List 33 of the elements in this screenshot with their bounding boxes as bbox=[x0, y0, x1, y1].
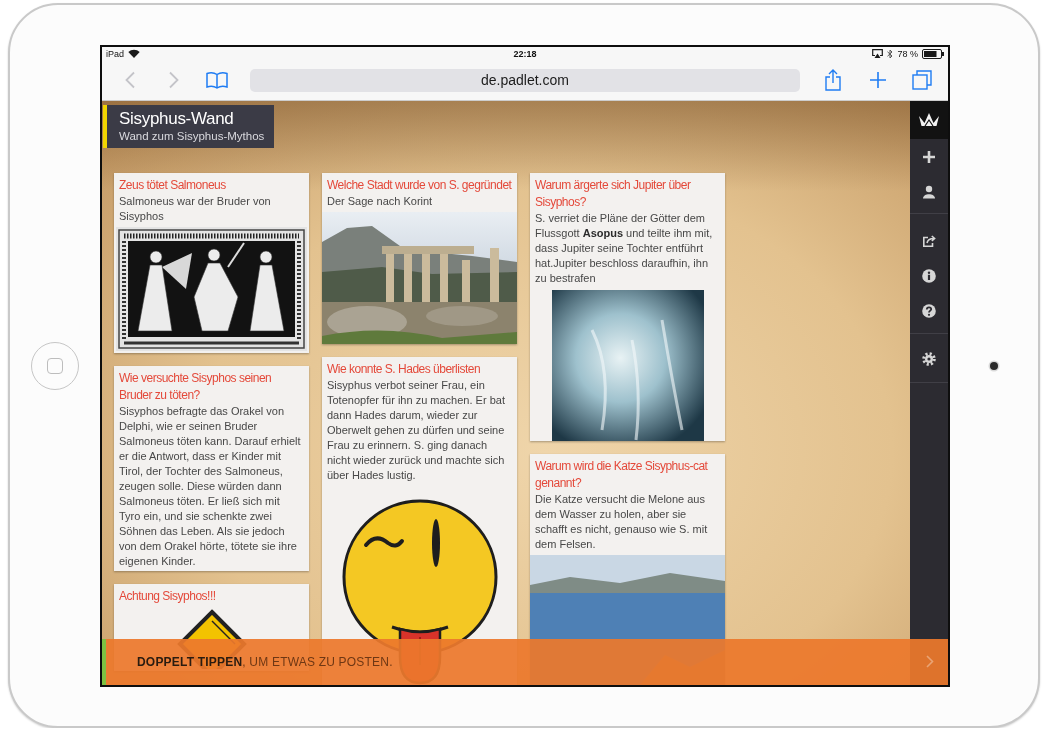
post-title: Wie versuchte Sisyphos seinen Bruder zu töten? bbox=[119, 369, 273, 404]
address-field[interactable]: de.padlet.com bbox=[250, 68, 800, 92]
airplay-icon bbox=[872, 49, 884, 58]
info-icon[interactable] bbox=[922, 268, 936, 283]
wall-subtitle: Wand zum Sisyphus-Mythos bbox=[119, 128, 265, 143]
device-name: iPad bbox=[106, 48, 124, 59]
battery-icon bbox=[922, 48, 944, 59]
post-title: Warum ärgerte sich Jupiter über Sisyphos? bbox=[535, 176, 692, 211]
camera-icon bbox=[988, 359, 1000, 372]
post-title: Welche Stadt wurde von S. gegründet bbox=[327, 176, 512, 194]
wifi-icon bbox=[128, 49, 140, 58]
settings-icon[interactable] bbox=[922, 351, 936, 366]
help-icon[interactable] bbox=[922, 303, 936, 318]
post-text: S. verriet die Pläne der Götter dem Flussgott Asopus und teilte ihm mit, dass Jupiter seine Tochter entführt hat.Jupiter beschloss daraufhin, ihn zu bestrafen bbox=[535, 210, 714, 286]
post-title: Wie konnte S. Hades überlisten bbox=[327, 360, 482, 378]
person-icon[interactable] bbox=[922, 184, 936, 199]
post-text: Salmoneus war der Bruder von Sisyphos bbox=[119, 193, 272, 224]
clock-time: 22:18 bbox=[513, 48, 537, 59]
post-title: Zeus tötet Salmoneus bbox=[119, 176, 227, 194]
bluetooth-icon bbox=[887, 48, 894, 59]
post-text: Der Sage nach Korint bbox=[327, 193, 434, 209]
wall-title: Sisyphus-Wand bbox=[119, 108, 235, 129]
stacked-squares-icon[interactable] bbox=[912, 70, 932, 90]
share-icon[interactable] bbox=[922, 233, 936, 248]
post-text: Die Katze versucht die Melone aus dem Wasser zu holen, aber sie schafft es nicht, genauso wie S. mit dem Felsen. bbox=[535, 491, 709, 552]
book-icon[interactable] bbox=[206, 71, 228, 89]
post-text: Sisyphus verbot seiner Frau, ein Totenopfer für ihn zu machen. Er bat dann Hades darum, wieder zur Oberwelt gehen zu dürfen und seine Frau zu erinnern. S. ging danach nicht wieder zurück und machte sich über Hades lustig. bbox=[327, 377, 506, 483]
post-text: Sisyphos befragte das Orakel von Delphi, wie er seinen Bruder Salmoneus töten kann. Darauf erhielt er die Antwort, dass er Kinder mit Tirol, der Tochter des Salmoneus, zeugen solle. Diese würden dann Salmoneus töten. Er ließ sich mit Tyro ein, und sie schenkte zwei Söhnen das Leben. Als sie jedoch von dem Orakel hörte, tötete sie ihre eigenen Kinder. bbox=[119, 403, 302, 569]
post-title: Warum wird die Katze Sisyphus-cat genannt? bbox=[535, 457, 709, 492]
post-title: Achtung Sisyphos!!! bbox=[119, 587, 217, 605]
battery-percentage: 78 % bbox=[897, 48, 918, 59]
crown-logo-icon[interactable] bbox=[910, 100, 948, 139]
post-hint-text: DOPPELT TIPPEN, UM ETWAS ZU POSTEN. bbox=[137, 654, 393, 669]
